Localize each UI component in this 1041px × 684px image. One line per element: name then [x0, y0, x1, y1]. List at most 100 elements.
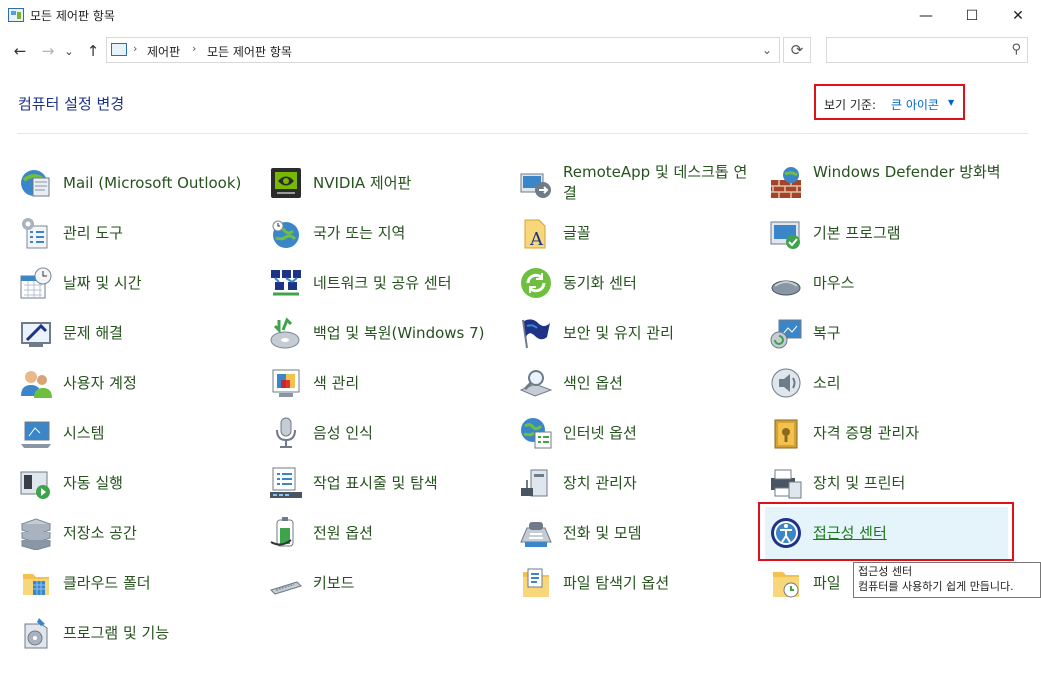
item-recovery[interactable]: 복구: [769, 313, 1009, 353]
item-explorer-options[interactable]: 파일 탐색기 옵션: [519, 563, 759, 603]
item-nvidia[interactable]: NVIDIA 제어판: [269, 163, 509, 203]
item-label: 복구: [813, 324, 841, 342]
item-network[interactable]: 네트워크 및 공유 센터: [269, 263, 509, 303]
system-icon: [21, 421, 51, 448]
selection-outline: [758, 502, 1014, 561]
item-credential-manager[interactable]: 자격 증명 관리자: [769, 413, 1009, 453]
item-default-programs[interactable]: 기본 프로그램: [769, 213, 1009, 253]
explorer-options-icon: [523, 568, 549, 597]
item-label: 자격 증명 관리자: [813, 424, 920, 442]
item-power[interactable]: 전원 옵션: [269, 513, 509, 553]
item-label: 기본 프로그램: [813, 224, 901, 242]
item-date-time[interactable]: 날짜 및 시간: [19, 263, 259, 303]
item-fonts[interactable]: A 글꼴: [519, 213, 759, 253]
keyboard-icon: [270, 581, 302, 595]
network-icon: [271, 270, 301, 296]
search-icon: ⚲: [1011, 42, 1021, 57]
item-device-manager[interactable]: 장치 관리자: [519, 463, 759, 503]
up-button[interactable]: ↑: [82, 40, 104, 62]
item-speech[interactable]: 음성 인식: [269, 413, 509, 453]
close-button[interactable]: ✕: [995, 0, 1041, 31]
back-button[interactable]: ←: [9, 40, 31, 62]
item-remoteapp[interactable]: RemoteApp 및 데스크톱 연결: [519, 163, 759, 203]
recent-locations-button[interactable]: ⌄: [62, 40, 76, 62]
minimize-button[interactable]: —: [903, 0, 949, 31]
item-label: NVIDIA 제어판: [313, 174, 412, 192]
item-label: 관리 도구: [63, 224, 123, 242]
item-cloud-folder[interactable]: 클라우드 폴더: [19, 563, 259, 603]
refresh-button[interactable]: ⟳: [783, 37, 811, 63]
item-label: 소리: [813, 374, 841, 392]
page-heading: 컴퓨터 설정 변경: [18, 95, 125, 113]
control-panel-icon: [111, 43, 127, 56]
item-internet-options[interactable]: 인터넷 옵션: [519, 413, 759, 453]
item-label: 국가 또는 지역: [313, 224, 406, 242]
item-color-management[interactable]: 색 관리: [269, 363, 509, 403]
maximize-button[interactable]: ☐: [949, 0, 995, 31]
device-manager-icon: [521, 469, 548, 497]
item-mouse[interactable]: 마우스: [769, 263, 1009, 303]
item-label: 파일: [813, 574, 841, 592]
backup-icon: [270, 317, 300, 349]
item-devices-printers[interactable]: 장치 및 프린터: [769, 463, 1009, 503]
item-label: 인터넷 옵션: [563, 424, 637, 442]
item-taskbar[interactable]: 작업 표시줄 및 탐색: [269, 463, 509, 503]
phone-modem-icon: [520, 522, 552, 547]
item-storage-spaces[interactable]: 저장소 공간: [19, 513, 259, 553]
view-by-label: 보기 기준:: [824, 98, 877, 112]
address-dropdown-button[interactable]: ⌄: [755, 38, 779, 62]
storage-icon: [20, 518, 52, 550]
item-label: 프로그램 및 기능: [63, 624, 170, 642]
mouse-icon: [771, 280, 801, 296]
navigation-bar: ← → ⌄ ↑ › 제어판 › 모든 제어판 항목 ⌄ ⟳ ⚲: [0, 31, 1041, 71]
printer-icon: [771, 469, 802, 499]
remoteapp-icon: [520, 173, 551, 198]
item-user-accounts[interactable]: 사용자 계정: [19, 363, 259, 403]
troubleshoot-icon: [21, 322, 51, 347]
item-security-maintenance[interactable]: 보안 및 유지 관리: [519, 313, 759, 353]
item-troubleshoot[interactable]: 문제 해결: [19, 313, 259, 353]
control-panel-icon: [8, 8, 24, 22]
item-indexing-options[interactable]: 색인 옵션: [519, 363, 759, 403]
date-time-icon: [20, 267, 52, 299]
programs-features-icon: [24, 618, 48, 649]
breadcrumb-control-panel[interactable]: 제어판: [147, 43, 180, 60]
item-label: 색인 옵션: [563, 374, 623, 392]
item-label: 음성 인식: [313, 424, 373, 442]
tooltip: 접근성 센터 컴퓨터를 사용하기 쉽게 만듭니다.: [853, 562, 1041, 598]
item-region[interactable]: 국가 또는 지역: [269, 213, 509, 253]
tooltip-description: 컴퓨터를 사용하기 쉽게 만듭니다.: [858, 580, 1014, 593]
item-label: 백업 및 복원(Windows 7): [313, 324, 485, 342]
item-phone-modem[interactable]: 전화 및 모뎀: [519, 513, 759, 553]
item-label: 키보드: [313, 574, 355, 592]
item-backup[interactable]: 백업 및 복원(Windows 7): [269, 313, 509, 353]
item-firewall[interactable]: Windows Defender 방화벽: [769, 163, 1029, 203]
item-keyboard[interactable]: 키보드: [269, 563, 509, 603]
breadcrumb-all-items[interactable]: 모든 제어판 항목: [207, 43, 292, 60]
item-system[interactable]: 시스템: [19, 413, 259, 453]
item-sync-center[interactable]: 동기화 센터: [519, 263, 759, 303]
view-by-control: 보기 기준: 큰 아이콘 ▼: [814, 84, 965, 120]
address-bar[interactable]: › 제어판 › 모든 제어판 항목 ⌄: [106, 37, 780, 63]
item-label: 보안 및 유지 관리: [563, 324, 674, 342]
tooltip-title: 접근성 센터: [858, 565, 913, 578]
item-label: 클라우드 폴더: [63, 574, 151, 592]
item-sound[interactable]: 소리: [769, 363, 1009, 403]
divider: [17, 133, 1028, 134]
item-programs-features[interactable]: 프로그램 및 기능: [19, 613, 259, 653]
item-label: 마우스: [813, 274, 855, 292]
item-mail[interactable]: Mail (Microsoft Outlook): [19, 163, 259, 203]
breadcrumb-separator: ›: [192, 42, 197, 55]
item-autoplay[interactable]: 자동 실행: [19, 463, 259, 503]
item-admin-tools[interactable]: 관리 도구: [19, 213, 259, 253]
item-label: 파일 탐색기 옵션: [563, 574, 670, 592]
autoplay-icon: [20, 471, 50, 499]
view-by-dropdown[interactable]: 큰 아이콘: [891, 96, 939, 113]
chevron-down-icon[interactable]: ▼: [948, 98, 954, 107]
search-input[interactable]: ⚲: [826, 37, 1028, 63]
forward-button[interactable]: →: [37, 40, 59, 62]
firewall-icon: [771, 167, 801, 198]
item-label: 작업 표시줄 및 탐색: [313, 474, 438, 492]
item-label: 장치 및 프린터: [813, 474, 906, 492]
nvidia-icon: [271, 168, 301, 198]
